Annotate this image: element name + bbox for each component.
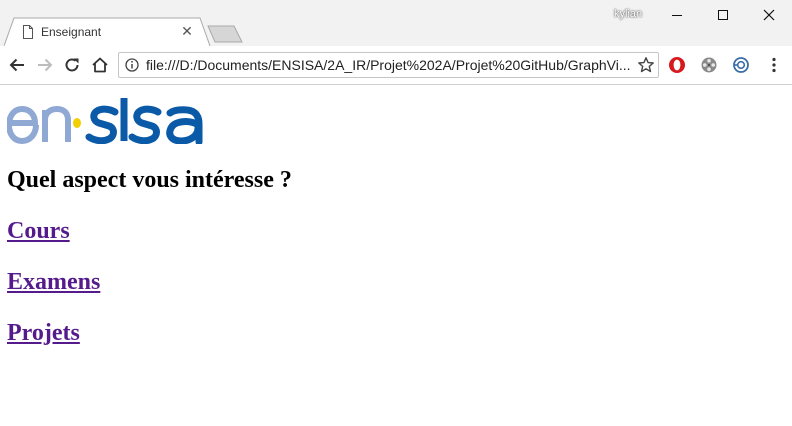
home-icon (92, 57, 108, 73)
page-icon (23, 25, 33, 39)
browser-menu-button[interactable] (766, 55, 782, 75)
link-projets[interactable]: Projets (7, 318, 80, 348)
tab-title: Enseignant (41, 25, 102, 39)
sync-icon (733, 57, 749, 73)
maximize-button[interactable] (700, 0, 746, 30)
reload-icon (65, 58, 79, 72)
back-button[interactable] (5, 53, 29, 77)
arrow-left-icon (9, 58, 24, 72)
profile-name[interactable]: kylian (614, 8, 642, 20)
new-tab-button[interactable] (207, 25, 243, 43)
link-examens[interactable]: Examens (7, 267, 100, 297)
url-text[interactable]: file:///D:/Documents/ENSISA/2A_IR/Projet… (146, 57, 632, 73)
extension-film-button[interactable] (699, 55, 719, 75)
more-vertical-icon (772, 57, 776, 73)
minimize-icon (672, 15, 682, 16)
close-icon (763, 9, 775, 21)
arrow-right-icon (38, 58, 53, 72)
forward-button[interactable] (33, 53, 57, 77)
star-icon[interactable] (637, 56, 655, 74)
maximize-icon (718, 10, 728, 20)
info-icon[interactable] (125, 58, 139, 72)
ensisa-logo: ensisa (7, 98, 203, 144)
minimize-button[interactable] (654, 0, 700, 30)
extension-sync-button[interactable] (731, 55, 751, 75)
home-button[interactable] (88, 53, 112, 77)
reload-button[interactable] (60, 53, 84, 77)
page-heading: Quel aspect vous intéresse ? (7, 167, 292, 193)
opera-icon (669, 57, 685, 73)
link-cours[interactable]: Cours (7, 216, 70, 246)
close-window-button[interactable] (746, 0, 792, 30)
extension-opera-button[interactable] (667, 55, 687, 75)
film-reel-icon (701, 57, 717, 73)
tab-close-icon[interactable]: ✕ (181, 25, 193, 39)
